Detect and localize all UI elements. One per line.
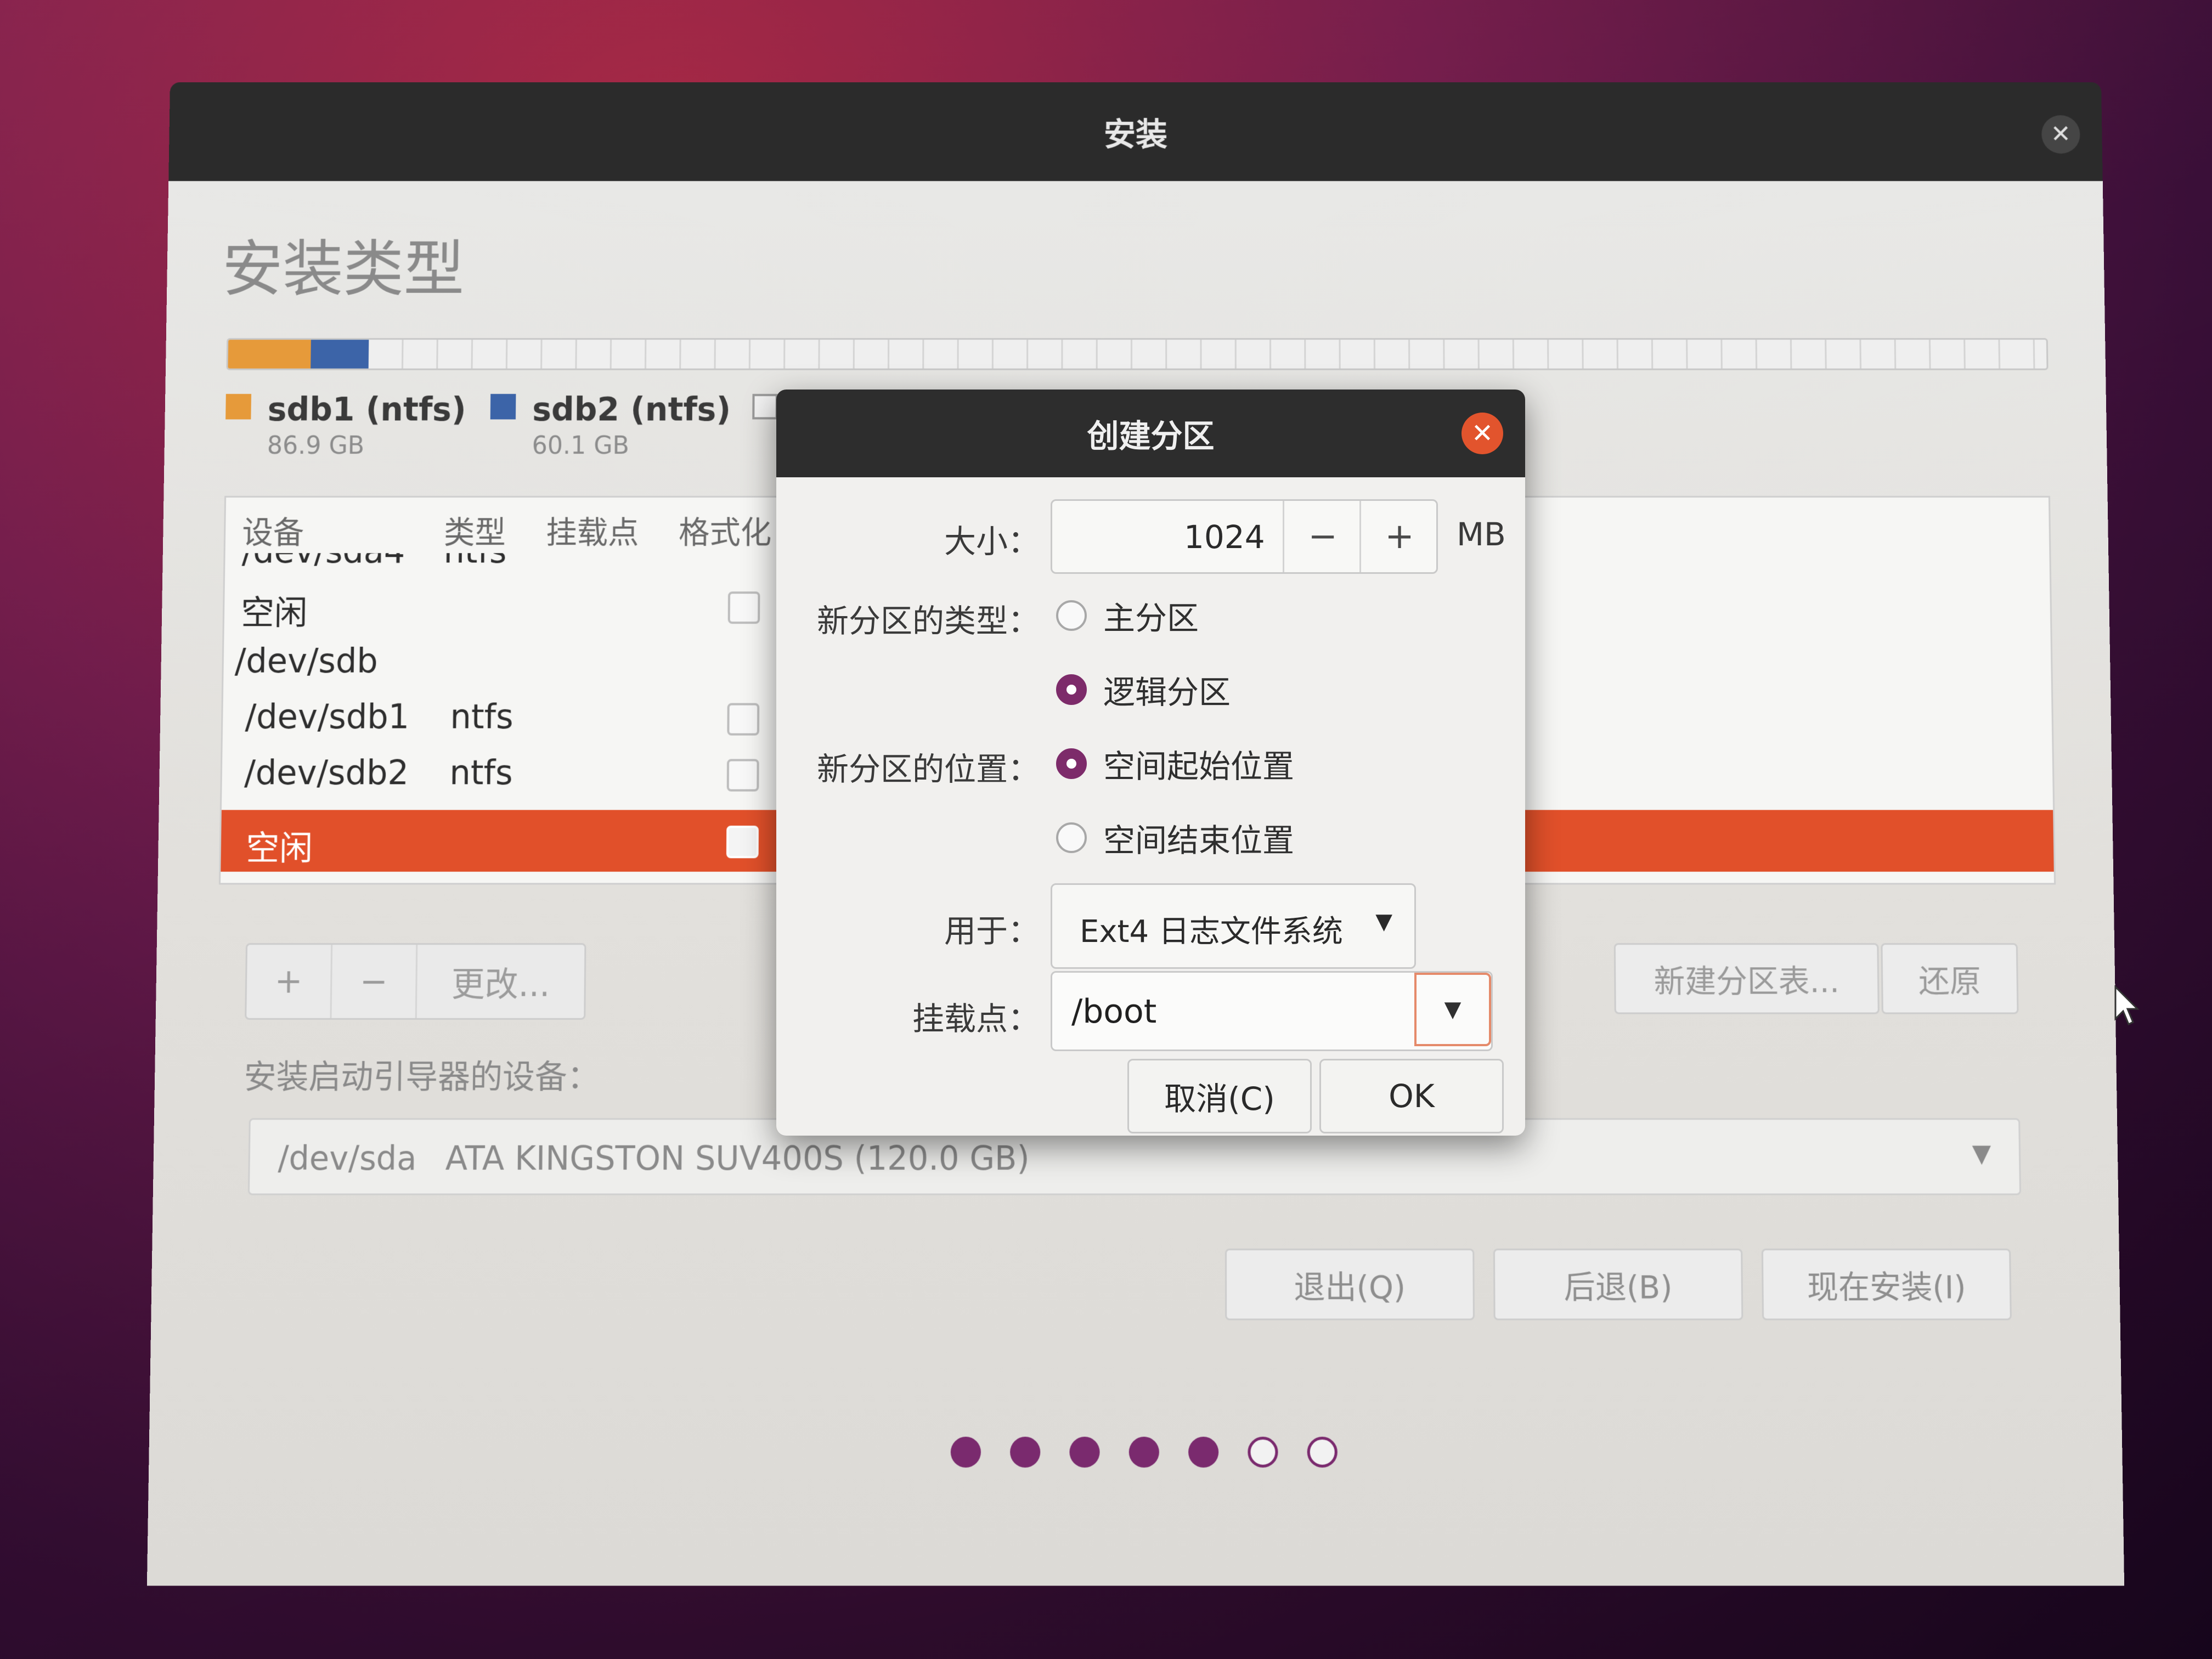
- legend-swatch: [752, 394, 778, 420]
- disk-segment-sdb2: [311, 340, 369, 369]
- window-title: 安装: [1103, 115, 1168, 153]
- boot-loader-label: 安装启动引导器的设备：: [244, 1057, 600, 1096]
- format-checkbox[interactable]: [727, 591, 760, 624]
- legend-swatch: [225, 394, 252, 420]
- page-title: 安装类型: [222, 234, 465, 304]
- format-checkbox[interactable]: [727, 703, 760, 736]
- progress-dot: [1188, 1436, 1219, 1468]
- chevron-down-icon: ▼: [1972, 1139, 1991, 1168]
- radio-button[interactable]: [1056, 822, 1087, 853]
- partition-type-label: 新分区的类型：: [816, 602, 1040, 640]
- progress-dot: [1307, 1436, 1338, 1468]
- row-device: /dev/sdb2: [244, 753, 409, 793]
- mouse-pointer-icon: [2114, 985, 2140, 1026]
- row-type: ntfs: [443, 553, 507, 571]
- window-titlebar: 安装 ✕: [168, 82, 2103, 182]
- radio-label: 逻辑分区: [1103, 674, 1231, 711]
- legend-sdb2: sdb2 (ntfs) 60.1 GB: [490, 391, 731, 460]
- dialog-title: 创建分区: [1087, 417, 1215, 455]
- mount-point-input[interactable]: /boot: [1071, 992, 1156, 1031]
- filesystem-value: Ext4 日志文件系统: [1080, 914, 1343, 950]
- close-icon[interactable]: ✕: [2041, 115, 2080, 154]
- disk-segment-free: [368, 340, 2047, 369]
- progress-dot: [1069, 1436, 1100, 1468]
- row-device: /dev/sdb: [234, 641, 379, 681]
- decrement-button[interactable]: −: [1283, 501, 1361, 572]
- format-checkbox[interactable]: [726, 826, 759, 859]
- mount-point-combo[interactable]: /boot ▼: [1051, 971, 1493, 1051]
- progress-dots: [950, 1436, 1367, 1468]
- chevron-down-icon[interactable]: ▼: [1414, 973, 1491, 1046]
- partition-tools: + − 更改...: [245, 943, 586, 1020]
- size-unit: MB: [1457, 516, 1506, 553]
- legend-label: sdb2 (ntfs): [532, 390, 731, 428]
- row-device: 空闲: [240, 594, 308, 633]
- quit-button[interactable]: 退出(Q): [1224, 1248, 1475, 1321]
- size-label: 大小：: [944, 523, 1040, 560]
- new-partition-table-button[interactable]: 新建分区表...: [1613, 943, 1880, 1014]
- legend-size: 86.9 GB: [267, 431, 365, 460]
- radio-button[interactable]: [1056, 674, 1087, 705]
- disk-segment-sdb1: [228, 340, 311, 369]
- format-checkbox[interactable]: [726, 759, 759, 792]
- radio-start[interactable]: 空间起始位置: [1056, 741, 1294, 787]
- radio-label: 空间起始位置: [1103, 748, 1295, 785]
- row-device: 空闲: [245, 829, 313, 868]
- boot-device: /dev/sda: [278, 1139, 417, 1178]
- back-button[interactable]: 后退(B): [1493, 1248, 1743, 1321]
- radio-label: 主分区: [1103, 600, 1199, 637]
- radio-logical[interactable]: 逻辑分区: [1056, 667, 1231, 713]
- ok-button[interactable]: OK: [1319, 1059, 1504, 1133]
- progress-dot: [1128, 1436, 1159, 1468]
- legend-swatch: [490, 394, 516, 420]
- row-type: ntfs: [450, 697, 514, 737]
- row-device: /dev/sdb1: [245, 697, 410, 737]
- add-partition-button[interactable]: +: [246, 945, 333, 1018]
- use-as-label: 用于：: [944, 912, 1040, 950]
- radio-button[interactable]: [1056, 748, 1087, 779]
- row-device: /dev/sda4: [241, 553, 405, 571]
- cancel-button[interactable]: 取消(C): [1127, 1059, 1312, 1133]
- column-header-format[interactable]: 格式化: [679, 507, 772, 552]
- change-partition-button[interactable]: 更改...: [417, 945, 585, 1018]
- remove-partition-button[interactable]: −: [331, 945, 418, 1018]
- disk-usage-bar: [226, 338, 2049, 370]
- column-header-type[interactable]: 类型: [444, 507, 506, 552]
- radio-end[interactable]: 空间结束位置: [1056, 815, 1294, 861]
- progress-dot: [1010, 1436, 1041, 1468]
- boot-device-description: ATA KINGSTON SUV400S (120.0 GB): [445, 1139, 1030, 1178]
- radio-primary[interactable]: 主分区: [1056, 592, 1199, 639]
- progress-dot: [1248, 1436, 1278, 1468]
- legend-label: sdb1 (ntfs): [267, 390, 466, 428]
- legend-sdb1: sdb1 (ntfs) 86.9 GB: [225, 391, 466, 460]
- radio-label: 空间结束位置: [1103, 822, 1295, 859]
- size-value[interactable]: 1024: [1184, 518, 1265, 556]
- chevron-down-icon: ▼: [1375, 909, 1392, 934]
- install-now-button[interactable]: 现在安装(I): [1761, 1248, 2012, 1321]
- partition-location-label: 新分区的位置：: [816, 751, 1040, 788]
- row-type: ntfs: [449, 753, 513, 793]
- dialog-titlebar: 创建分区 ✕: [776, 390, 1525, 477]
- progress-dot: [950, 1436, 981, 1468]
- create-partition-dialog: 创建分区 ✕ 大小： 1024 − + MB 新分区的类型： 主分区 逻辑分区 …: [776, 390, 1525, 1136]
- mount-point-label: 挂载点：: [912, 1000, 1040, 1037]
- legend-size: 60.1 GB: [532, 431, 630, 460]
- column-header-mount[interactable]: 挂载点: [546, 507, 639, 552]
- column-header-device[interactable]: 设备: [242, 507, 304, 552]
- radio-button[interactable]: [1056, 600, 1087, 631]
- size-spinbox[interactable]: 1024 − +: [1051, 499, 1438, 574]
- revert-button[interactable]: 还原: [1881, 943, 2019, 1014]
- increment-button[interactable]: +: [1359, 501, 1438, 572]
- filesystem-select[interactable]: Ext4 日志文件系统 ▼: [1051, 883, 1416, 969]
- close-icon[interactable]: ✕: [1462, 413, 1503, 454]
